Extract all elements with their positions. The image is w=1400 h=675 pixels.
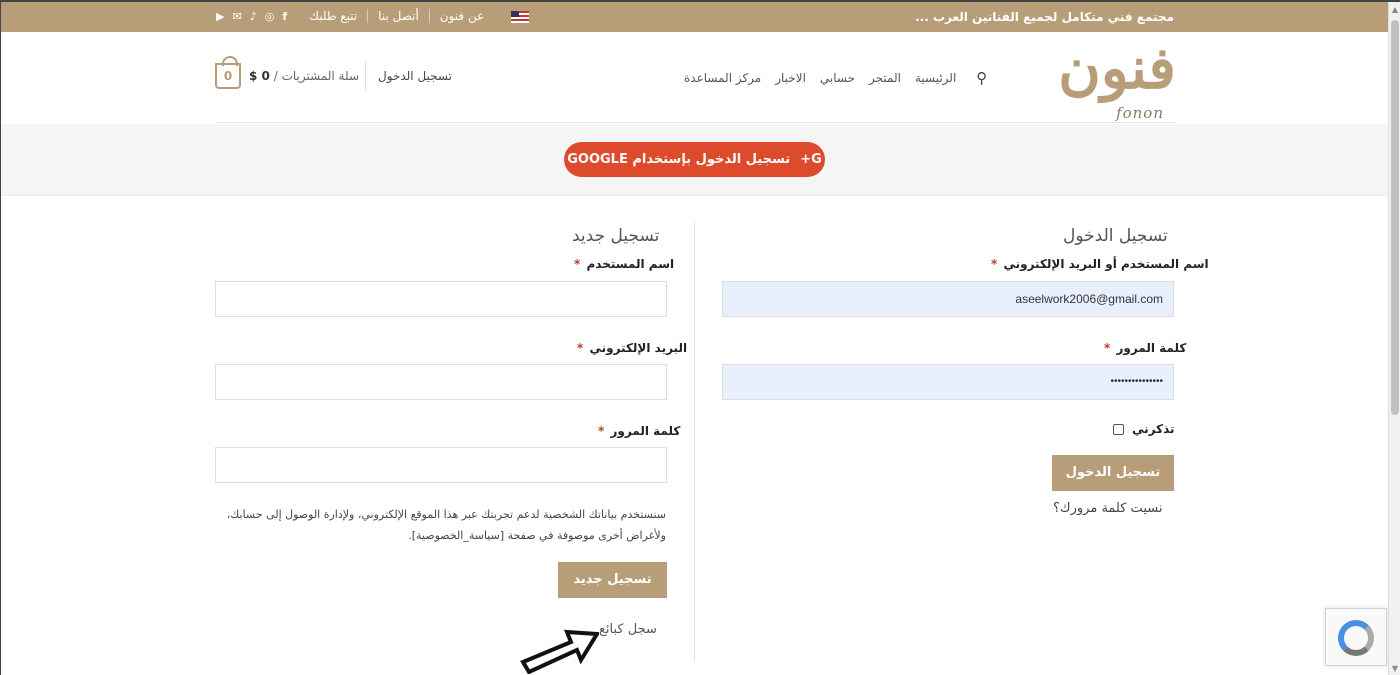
register-password-label-text: كلمة المرور — [610, 424, 681, 438]
header-divider — [365, 62, 366, 90]
remember-me[interactable]: تذكرني — [1113, 422, 1175, 436]
register-email-field[interactable] — [215, 364, 667, 400]
forgot-password-link[interactable]: نسيت كلمة مرورك؟ — [1053, 501, 1162, 516]
remember-label: تذكرني — [1132, 422, 1175, 436]
tiktok-icon[interactable]: ♪ — [250, 10, 257, 23]
register-password-label: كلمة المرور * — [598, 424, 680, 438]
youtube-icon[interactable]: ▶ — [216, 10, 224, 23]
required-mark: * — [598, 424, 605, 438]
recaptcha-icon — [1338, 620, 1374, 656]
nav-item-help[interactable]: مركز المساعدة — [684, 71, 761, 85]
register-username-label: اسم المستخدم * — [574, 257, 674, 271]
header-rule — [215, 122, 1175, 123]
register-email-label: البريد الإلكتروني * — [577, 341, 687, 355]
remember-checkbox[interactable] — [1113, 423, 1124, 435]
register-username-label-text: اسم المستخدم — [586, 257, 675, 271]
us-flag-icon[interactable] — [511, 11, 529, 23]
required-mark: * — [577, 341, 584, 355]
column-divider — [694, 222, 695, 662]
required-mark: * — [574, 257, 581, 271]
instagram-icon[interactable]: ◎ — [265, 10, 275, 23]
topbar-links: ▶ ✉ ♪ ◎ f تتبع طلبك أتصل بنا عن فنون — [216, 9, 494, 23]
scroll-up-icon[interactable]: ▲ — [1391, 6, 1399, 14]
facebook-icon[interactable]: f — [282, 10, 287, 23]
required-mark: * — [991, 257, 998, 271]
nav-item-account[interactable]: حسابي — [820, 71, 855, 85]
cart-label: سلة المشتريات / — [273, 69, 360, 83]
track-order-link[interactable]: تتبع طلبك — [299, 9, 367, 23]
site-logo[interactable]: فنون fonon — [1056, 32, 1180, 124]
site-header: 0 سلة المشتريات / 0 $ تسجيل الدخول ⚲ الر… — [1, 32, 1389, 124]
page: ▶ ✉ ♪ ◎ f تتبع طلبك أتصل بنا عن فنون مجت… — [0, 0, 1400, 675]
logo-arabic: فنون — [1058, 34, 1180, 102]
contact-link[interactable]: أتصل بنا — [367, 9, 429, 23]
about-link[interactable]: عن فنون — [428, 9, 494, 23]
social-login-band: G+ تسجيل الدخول بإستخدام GOOGLE — [1, 124, 1389, 196]
register-email-label-text: البريد الإلكتروني — [589, 341, 688, 355]
login-username-label-text: اسم المستخدم أو البريد الإلكتروني — [1003, 257, 1209, 271]
privacy-notice: سنستخدم بياناتك الشخصية لدعم تجربتك عبر … — [226, 508, 666, 542]
scroll-down-icon[interactable]: ▼ — [1391, 665, 1399, 673]
cart-icon[interactable]: 0 — [215, 56, 241, 89]
register-title: تسجيل جديد — [572, 226, 660, 246]
google-login-button[interactable]: G+ تسجيل الدخول بإستخدام GOOGLE — [564, 142, 825, 177]
main-nav: ⚲ الرئيسية المتجر حسابي الاخبار مركز الم… — [684, 69, 987, 87]
search-icon[interactable]: ⚲ — [976, 69, 987, 87]
nav-item-home[interactable]: الرئيسية — [915, 71, 956, 85]
nav-item-shop[interactable]: المتجر — [869, 71, 901, 85]
login-button[interactable]: تسجيل الدخول — [1052, 455, 1174, 491]
tagline: مجتمع فني متكامل لجميع الفنانين العرب ..… — [915, 10, 1174, 24]
login-username-label: اسم المستخدم أو البريد الإلكتروني * — [991, 257, 1209, 271]
register-button[interactable]: تسجيل جديد — [558, 562, 667, 598]
email-icon[interactable]: ✉ — [232, 10, 241, 23]
login-password-field[interactable]: ••••••••••••••• — [722, 364, 1174, 400]
login-password-label: كلمة المرور * — [1104, 341, 1186, 355]
login-title: تسجيل الدخول — [1063, 226, 1168, 246]
nav-item-news[interactable]: الاخبار — [775, 71, 806, 85]
register-username-field[interactable] — [215, 281, 667, 317]
recaptcha-badge[interactable] — [1325, 608, 1387, 666]
register-vendor-link[interactable]: سجل كبائع — [599, 622, 657, 637]
page-scrollbar[interactable]: ▲ ▼ — [1388, 2, 1400, 675]
google-login-label: تسجيل الدخول بإستخدام GOOGLE — [567, 152, 791, 167]
register-password-field[interactable] — [215, 447, 667, 483]
scrollbar-thumb[interactable] — [1391, 20, 1399, 415]
arrow-annotation-icon — [520, 629, 599, 674]
logo-latin: fonon — [1116, 104, 1164, 122]
top-bar: ▶ ✉ ♪ ◎ f تتبع طلبك أتصل بنا عن فنون مجت… — [1, 2, 1389, 32]
login-password-label-text: كلمة المرور — [1116, 341, 1187, 355]
cart-total: 0 $ — [249, 69, 270, 83]
social-icons: ▶ ✉ ♪ ◎ f — [216, 10, 287, 23]
google-plus-icon: G+ — [800, 152, 822, 167]
required-mark: * — [1104, 341, 1111, 355]
login-username-field[interactable]: aseelwork2006@gmail.com — [722, 281, 1174, 317]
login-link[interactable]: تسجيل الدخول — [378, 69, 452, 83]
cart-link[interactable]: سلة المشتريات / 0 $ — [249, 69, 359, 83]
